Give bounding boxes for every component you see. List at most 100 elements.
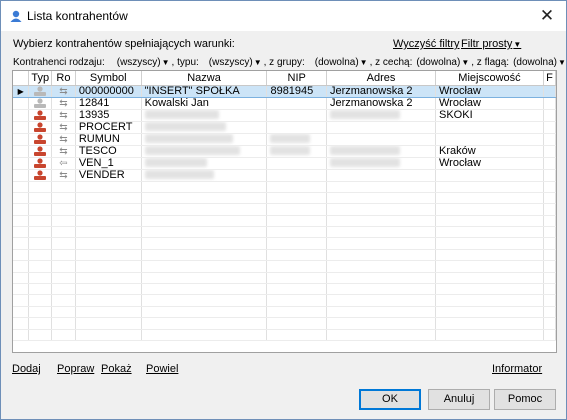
cell-f	[543, 317, 556, 330]
table-row[interactable]: ⇦ VEN_1 Wrocław	[13, 157, 556, 170]
person-icon-red	[34, 109, 47, 120]
cell-nazwa	[141, 237, 268, 250]
column-header-nazwa[interactable]: Nazwa	[141, 71, 268, 86]
cell-f	[543, 169, 556, 182]
table-row[interactable]: ⇆ VENDER	[13, 169, 556, 182]
cell-f	[543, 329, 556, 341]
table-row[interactable]: ⇆ TESCO Kraków	[13, 145, 556, 158]
cell-miejscowosc	[435, 260, 544, 273]
flag-filter[interactable]: (dowolna)▼	[513, 57, 566, 68]
cell-symbol: 12841	[75, 97, 142, 110]
column-header-typ[interactable]: Typ	[28, 71, 53, 86]
window-title: Lista kontrahentów	[27, 9, 128, 23]
table-row[interactable]: ▶ ⇆ 000000000 "INSERT" SPÓŁKA 8981945 Jerzman…	[13, 84, 556, 98]
cell-adres	[326, 157, 437, 170]
show-link[interactable]: Pokaż	[101, 363, 132, 375]
cell-nazwa	[141, 317, 268, 330]
cell-symbol	[75, 215, 142, 228]
column-header-adres[interactable]: Adres	[326, 71, 437, 86]
table-row[interactable]: ⇆ RUMUN	[13, 133, 556, 146]
help-button[interactable]: Pomoc	[494, 389, 556, 410]
cell-adres	[326, 237, 437, 250]
cell-miejscowosc	[435, 294, 544, 307]
simple-filter-link[interactable]: Filtr prosty▼	[461, 38, 521, 50]
column-header-nip[interactable]: NIP	[266, 71, 327, 86]
sync-direction-icon: ⇆	[51, 121, 76, 134]
cell-nazwa	[141, 145, 268, 158]
cell-f	[543, 306, 556, 319]
informer-link[interactable]: Informator	[492, 363, 542, 375]
cell-adres: Jerzmanowska 2	[326, 84, 437, 98]
cell-f	[543, 294, 556, 307]
cell-typ	[28, 283, 53, 296]
cell-nazwa	[141, 203, 268, 216]
cell-nip	[266, 215, 327, 228]
row-indicator	[13, 272, 30, 285]
cell-adres	[326, 283, 437, 296]
ok-button[interactable]: OK	[359, 389, 421, 410]
cell-typ	[28, 169, 53, 182]
cell-ro	[51, 294, 76, 307]
app-icon	[10, 10, 22, 22]
cell-ro	[51, 249, 76, 262]
group-filter[interactable]: (dowolna)▼	[315, 57, 368, 68]
cell-ro	[51, 317, 76, 330]
redacted-text	[144, 134, 233, 144]
cell-typ	[28, 272, 53, 285]
feature-filter[interactable]: (dowolna)▼	[416, 57, 469, 68]
sync-direction-icon: ⇆	[51, 133, 76, 146]
close-icon[interactable]: ✕	[534, 3, 560, 29]
add-link[interactable]: Dodaj	[12, 363, 41, 375]
cell-ro	[51, 181, 76, 193]
clear-filters-link[interactable]: Wyczyść filtry	[393, 38, 460, 50]
cell-typ	[28, 237, 53, 250]
redacted-text	[144, 146, 240, 156]
cell-adres: Jerzmanowska 2	[326, 97, 437, 110]
cell-nip	[266, 306, 327, 319]
empty-row	[13, 215, 556, 228]
column-header-miejscowosc[interactable]: Miejscowość	[435, 71, 544, 86]
person-icon-red	[34, 169, 47, 180]
column-header-f[interactable]: F	[543, 71, 556, 86]
cancel-button[interactable]: Anuluj	[428, 389, 490, 410]
cell-typ	[28, 157, 53, 170]
table-row[interactable]: ⇆ 12841 Kowalski Jan Jerzmanowska 2 Wrocław	[13, 97, 556, 110]
edit-link[interactable]: Popraw	[57, 363, 94, 375]
person-icon-red	[34, 121, 47, 132]
cell-nazwa	[141, 294, 268, 307]
table-row[interactable]: ⇆ PROCERT	[13, 121, 556, 134]
kind-filter[interactable]: (wszyscy)▼	[117, 57, 170, 68]
cell-nazwa	[141, 260, 268, 273]
row-indicator	[13, 203, 30, 216]
cell-adres	[326, 169, 437, 182]
contractors-grid[interactable]: Typ Ro Symbol Nazwa NIP Adres Miejscowoś…	[12, 70, 557, 353]
cell-ro	[51, 306, 76, 319]
cell-miejscowosc	[435, 133, 544, 146]
redacted-text	[329, 110, 400, 120]
cell-nazwa	[141, 169, 268, 182]
cell-symbol: TESCO	[75, 145, 142, 158]
cell-adres	[326, 203, 437, 216]
cell-adres	[326, 109, 437, 122]
table-row[interactable]: ⇆ 13935 SKOKI	[13, 109, 556, 122]
cell-typ	[28, 203, 53, 216]
column-header-ro[interactable]: Ro	[51, 71, 76, 86]
column-header-symbol[interactable]: Symbol	[75, 71, 142, 86]
cell-nip	[266, 157, 327, 170]
cell-miejscowosc	[435, 181, 544, 193]
row-indicator	[13, 181, 30, 193]
sync-direction-icon: ⇆	[51, 97, 76, 110]
cell-nip	[266, 97, 327, 110]
row-indicator	[13, 317, 30, 330]
cell-miejscowosc	[435, 169, 544, 182]
cell-f	[543, 272, 556, 285]
contractors-dialog: Lista kontrahentów ✕ Wybierz kontrahentó…	[0, 0, 567, 420]
row-indicator	[13, 329, 30, 341]
cell-f	[543, 157, 556, 170]
cell-f	[543, 237, 556, 250]
type-filter[interactable]: (wszyscy)▼	[209, 57, 262, 68]
copy-link[interactable]: Powiel	[146, 363, 178, 375]
row-indicator-header	[13, 71, 30, 86]
row-indicator	[13, 192, 30, 205]
cell-miejscowosc	[435, 317, 544, 330]
